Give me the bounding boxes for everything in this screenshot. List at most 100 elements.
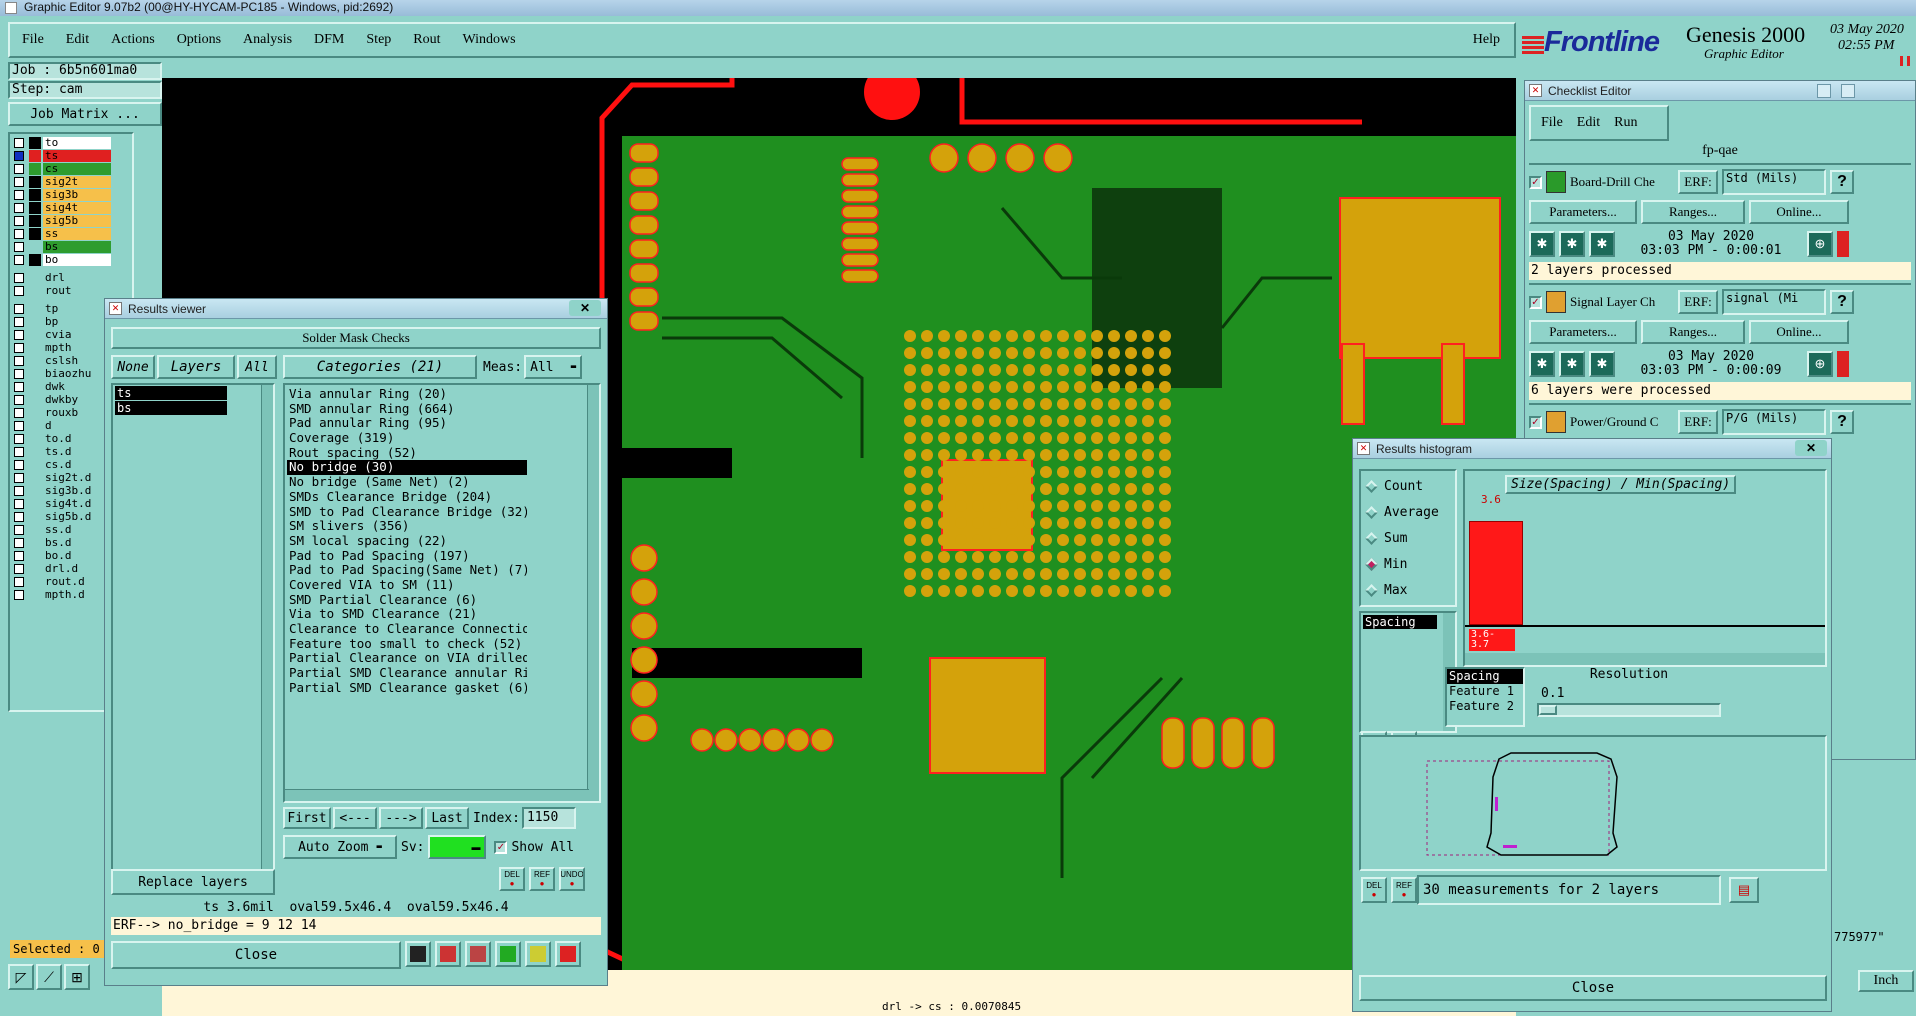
categories-listbox[interactable]: Via annular Ring (20) SMD annular Ring (6…: [283, 383, 601, 803]
job-matrix-button[interactable]: Job Matrix ...: [8, 102, 162, 126]
field-row[interactable]: Spacing: [1447, 669, 1523, 684]
ref-icon[interactable]: REF●: [1391, 877, 1417, 903]
run-icon[interactable]: ✱: [1529, 351, 1555, 377]
sv-color-dropdown[interactable]: ▬: [428, 835, 487, 859]
layer-checkbox[interactable]: [14, 254, 24, 265]
layer-checkbox[interactable]: [14, 420, 24, 431]
parameters-button[interactable]: Parameters...: [1529, 320, 1637, 344]
prev-button[interactable]: <---: [333, 807, 377, 829]
maximize-icon[interactable]: [1841, 84, 1855, 98]
histogram-close-button[interactable]: Close: [1359, 975, 1827, 1001]
layer-checkbox[interactable]: [14, 550, 24, 561]
menu-options[interactable]: Options: [177, 32, 221, 48]
layer-checkbox[interactable]: [14, 446, 24, 457]
none-button[interactable]: None: [111, 355, 155, 379]
unit-button[interactable]: Inch: [1858, 970, 1914, 992]
category-item[interactable]: SMDs Clearance Bridge (204): [287, 490, 527, 505]
radio-diamond-icon[interactable]: [1365, 479, 1378, 493]
layer-checkbox[interactable]: [14, 433, 24, 444]
layer-row[interactable]: bs: [10, 240, 132, 253]
close-window-icon[interactable]: ✕: [1795, 440, 1827, 456]
category-item[interactable]: SMD to Pad Clearance Bridge (32): [287, 505, 527, 520]
category-item[interactable]: No bridge (30): [287, 460, 527, 476]
layer-row[interactable]: sig2t: [10, 175, 132, 188]
category-item[interactable]: Pad to Pad Spacing(Same Net) (7): [287, 563, 527, 578]
menu-dfm[interactable]: DFM: [314, 32, 344, 48]
field-row[interactable]: Feature 2: [1447, 699, 1523, 714]
histogram-bar[interactable]: [1469, 521, 1523, 625]
list-icon[interactable]: [525, 941, 551, 967]
layer-checkbox[interactable]: [14, 329, 24, 340]
category-item[interactable]: Rout spacing (52): [287, 446, 527, 461]
category-item[interactable]: SMD Partial Clearance (6): [287, 593, 527, 608]
category-item[interactable]: Covered VIA to SM (11): [287, 578, 527, 593]
erf-value[interactable]: Std (Mils): [1722, 169, 1826, 195]
layer-checkbox[interactable]: [14, 215, 24, 226]
ranges-button[interactable]: Ranges...: [1641, 200, 1745, 224]
category-item[interactable]: SM local spacing (22): [287, 534, 527, 549]
layer-checkbox[interactable]: [14, 303, 24, 314]
category-item[interactable]: Pad to Pad Spacing (197): [287, 549, 527, 564]
histogram-icon[interactable]: [555, 941, 581, 967]
first-button[interactable]: First: [283, 807, 331, 829]
layers-scrollbar[interactable]: [261, 385, 273, 871]
minimize-icon[interactable]: [1817, 84, 1831, 98]
category-item[interactable]: Coverage (319): [287, 431, 527, 446]
layer-checkbox[interactable]: [14, 407, 24, 418]
menu-file[interactable]: File: [22, 32, 44, 48]
category-item[interactable]: SM slivers (356): [287, 519, 527, 534]
ranges-button[interactable]: Ranges...: [1641, 320, 1745, 344]
item-checkbox[interactable]: ✓: [1529, 415, 1542, 429]
help-icon[interactable]: ?: [1830, 170, 1854, 194]
field-row[interactable]: Feature 1: [1447, 684, 1523, 699]
menu-windows[interactable]: Windows: [463, 32, 516, 48]
mode-option[interactable]: Count: [1361, 473, 1455, 499]
layer-checkbox[interactable]: [14, 368, 24, 379]
layer-checkbox[interactable]: [14, 228, 24, 239]
layer-checkbox[interactable]: [14, 472, 24, 483]
mode-option[interactable]: Max: [1361, 577, 1455, 603]
layer-checkbox[interactable]: [14, 241, 24, 252]
ref-icon[interactable]: REF●: [529, 867, 555, 891]
layer-row[interactable]: cs: [10, 162, 132, 175]
layer-row[interactable]: sig3b: [10, 188, 132, 201]
mode-option[interactable]: Min: [1361, 551, 1455, 577]
menu-step[interactable]: Step: [366, 32, 391, 48]
results-viewer-close-button[interactable]: Close: [111, 941, 401, 969]
layer-checkbox[interactable]: [14, 163, 24, 174]
online-button[interactable]: Online...: [1749, 200, 1849, 224]
layer-row[interactable]: ts: [10, 149, 132, 162]
layer-checkbox[interactable]: [14, 381, 24, 392]
run-marked-icon[interactable]: ✱: [1589, 351, 1615, 377]
layer-checkbox[interactable]: [14, 189, 24, 200]
run-all-icon[interactable]: ✱: [1559, 231, 1585, 257]
checklist-menu-file[interactable]: File: [1541, 115, 1563, 131]
menu-rout[interactable]: Rout: [413, 32, 440, 48]
checklist-menu-run[interactable]: Run: [1614, 115, 1637, 131]
category-item[interactable]: Clearance to Clearance Connection: [287, 622, 527, 637]
radio-diamond-icon[interactable]: [1365, 557, 1378, 571]
del-icon[interactable]: DEL●: [499, 867, 525, 891]
category-item[interactable]: Pad annular Ring (95): [287, 416, 527, 431]
run-icon[interactable]: ✱: [1529, 231, 1555, 257]
auto-zoom-dropdown[interactable]: Auto Zoom ▬: [283, 835, 397, 859]
layer-checkbox[interactable]: [14, 511, 24, 522]
layer-checkbox[interactable]: [14, 202, 24, 213]
menu-edit[interactable]: Edit: [66, 32, 89, 48]
layer-checkbox[interactable]: [14, 459, 24, 470]
layer-checkbox[interactable]: [14, 342, 24, 353]
layer-row[interactable]: drl: [10, 271, 132, 284]
field-listbox[interactable]: Spacing: [1359, 611, 1457, 733]
layer-row[interactable]: bo: [10, 253, 132, 266]
layer-checkbox[interactable]: [14, 394, 24, 405]
layer-row[interactable]: rout: [10, 284, 132, 297]
erf-value[interactable]: P/G (Mils): [1722, 409, 1826, 435]
checklist-menu-edit[interactable]: Edit: [1577, 115, 1600, 131]
layer-list-item[interactable]: bs: [115, 401, 227, 415]
help-icon[interactable]: ?: [1830, 290, 1854, 314]
layer-checkbox[interactable]: [14, 498, 24, 509]
category-item[interactable]: Via annular Ring (20): [287, 387, 527, 402]
menu-analysis[interactable]: Analysis: [243, 32, 292, 48]
meas-dropdown[interactable]: All ▬: [524, 355, 583, 379]
layer-row[interactable]: ss: [10, 227, 132, 240]
